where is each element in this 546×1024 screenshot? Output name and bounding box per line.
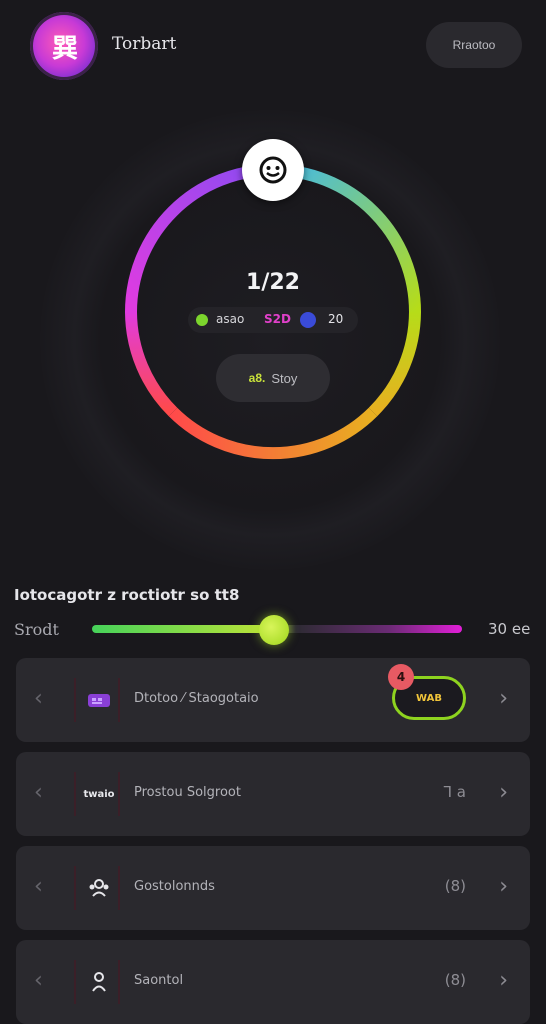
stat-a-label: asao (216, 312, 245, 326)
chevron-right-icon[interactable]: › (499, 968, 508, 993)
chevron-left-icon[interactable]: ‹ (34, 780, 43, 805)
divider (74, 772, 76, 816)
card-label: Prostou Solgroot (134, 785, 241, 800)
divider (118, 772, 120, 816)
divider (74, 960, 76, 1004)
twaio-icon: twaio (83, 788, 115, 800)
list-card[interactable]: ‹ Saontol (8) › (16, 940, 530, 1024)
divider (118, 678, 120, 722)
card-label: Gostolonnds (134, 879, 215, 894)
card-meta: (8) (444, 877, 466, 895)
slider-label: Srodt (14, 620, 59, 639)
stat-b-value: 20 (328, 312, 344, 326)
chevron-right-icon[interactable]: › (499, 686, 508, 711)
card-label: Dtotoo ⁄ Staogotaio (134, 691, 259, 706)
dial-count: 1/22 (246, 270, 300, 295)
divider (118, 960, 120, 1004)
divider (118, 866, 120, 910)
status-dot-green (196, 314, 208, 326)
dial-button-icon: a8. (248, 371, 266, 385)
slider-thumb[interactable] (259, 615, 289, 645)
list-card[interactable]: ‹ Dtotoo ⁄ Staogotaio WAB 4 › (16, 658, 530, 742)
list-card[interactable]: ‹ Gostolonnds (8) › (16, 846, 530, 930)
chevron-left-icon[interactable]: ‹ (34, 874, 43, 899)
chevron-left-icon[interactable]: ‹ (34, 686, 43, 711)
chevron-right-icon[interactable]: › (499, 874, 508, 899)
ring-arc-4 (125, 311, 178, 417)
section-title: Iotocagotr z roctiotr so tt8 (14, 586, 240, 604)
smile-icon (259, 156, 287, 184)
chevron-right-icon[interactable]: › (499, 780, 508, 805)
divider (74, 678, 76, 722)
dial-action-button[interactable]: a8. Stoy (216, 354, 330, 402)
progress-ring[interactable] (0, 0, 546, 600)
card-meta: (8) (444, 971, 466, 989)
chevron-left-icon[interactable]: ‹ (34, 968, 43, 993)
stats-pill: asao S2D 20 (188, 307, 358, 333)
card-label: Saontol (134, 973, 184, 988)
notification-badge: 4 (388, 664, 414, 690)
grid-icon (82, 686, 116, 714)
dial-button-label: Stoy (271, 370, 298, 386)
divider (74, 866, 76, 910)
card-meta: ⅂ a (443, 783, 466, 801)
list-card[interactable]: ‹ twaio Prostou Solgroot ⅂ a › (16, 752, 530, 836)
status-dot-blue (300, 312, 316, 328)
slider-value: 30 ee (488, 620, 531, 638)
people-icon (82, 874, 116, 902)
dial-knob[interactable] (242, 139, 304, 201)
stat-a-value: S2D (264, 312, 291, 326)
person-icon (82, 968, 116, 996)
ring-arc-3 (168, 407, 378, 460)
ring-arc-2 (368, 311, 421, 417)
